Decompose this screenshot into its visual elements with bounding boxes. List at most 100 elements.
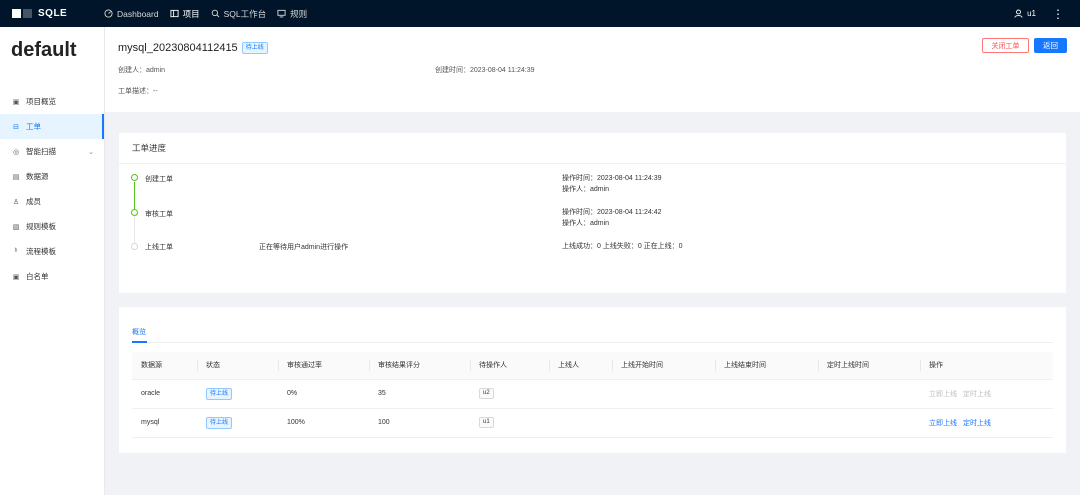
order-header: mysql_20230804112415 待上线 创建人：admin 创建时间：… (105, 27, 1080, 112)
cell-score: 35 (378, 390, 386, 397)
step-dot (131, 174, 138, 181)
user-icon (1014, 9, 1023, 18)
cell-operator: u2 (470, 379, 549, 408)
cell-operator: u1 (470, 408, 549, 437)
column-header: 上线结束时间 (715, 352, 818, 380)
cell-start-time (612, 379, 715, 408)
close-order-button[interactable]: 关闭工单 (982, 38, 1029, 53)
execute-now-link[interactable]: 立即上线 (929, 420, 957, 427)
sidebar-item-label: 数据源 (26, 172, 49, 181)
logo-mark-secondary (23, 9, 32, 18)
progress-title: 工单进度 (119, 133, 1066, 164)
nav-project[interactable]: 项目 (170, 8, 200, 20)
flow-icon: ᵇ (14, 248, 18, 255)
step-info: 操作时间：2023-08-04 11:24:42 操作人：admin (562, 207, 661, 229)
step-name: 审核工单 (145, 211, 173, 218)
operator-tag: u1 (479, 417, 494, 428)
cell-status: 待上线 (197, 379, 278, 408)
step-info: 上线成功：0 上线失败：0 正在上线：0 (562, 243, 683, 250)
sidebar-menu: ▣ 项目概览 ⊟ 工单 ◎ 智能扫描 ⌄ ▤ 数据源 ♙ 成员 ▧ 规则模板 ᵇ… (0, 89, 104, 289)
step-name: 创建工单 (145, 176, 173, 183)
username: u1 (1027, 9, 1036, 18)
cell-status: 待上线 (197, 408, 278, 437)
cell-pass-rate: 0% (287, 390, 298, 397)
chevron-down-icon: ⌄ (88, 148, 94, 156)
datasource-table: 数据源 状态 审核通过率 审核结果评分 待操作人 上线人 上线开始时间 上线结束… (132, 352, 1053, 438)
nav-sql-workbench[interactable]: SQL工作台 (211, 8, 266, 20)
sidebar-item-scan[interactable]: ◎ 智能扫描 ⌄ (0, 139, 104, 164)
tab-bar: 概览 (132, 323, 1053, 343)
sidebar-item-whitelist[interactable]: ▣ 白名单 (0, 264, 104, 289)
column-header: 操作 (920, 352, 1053, 380)
table-header-row: 数据源 状态 审核通过率 审核结果评分 待操作人 上线人 上线开始时间 上线结束… (132, 352, 1053, 380)
column-header: 审核通过率 (278, 352, 369, 380)
step-dot (131, 243, 138, 250)
schedule-link[interactable]: 定时上线 (963, 420, 991, 427)
cell-executor (549, 379, 612, 408)
sidebar-item-rule-template[interactable]: ▧ 规则模板 (0, 214, 104, 239)
status-badge: 待上线 (206, 387, 233, 400)
whitelist-icon: ▣ (12, 273, 20, 281)
project-icon (170, 9, 179, 18)
status-badge: 待上线 (206, 416, 233, 429)
execute-now-link-disabled: 立即上线 (929, 390, 957, 398)
sidebar-item-label: 工单 (26, 122, 41, 131)
step-time: 操作时间：2023-08-04 11:24:42 (562, 209, 662, 216)
sidebar-item-label: 成员 (26, 197, 41, 206)
tab-overview[interactable]: 概览 (132, 327, 146, 337)
column-header: 待操作人 (470, 352, 549, 380)
nav-rules[interactable]: 规则 (277, 8, 307, 20)
cell-executor (549, 408, 612, 437)
order-creator: 创建人：admin (118, 67, 166, 74)
cell-datasource: mysql (141, 419, 160, 426)
topbar-right: u1 ⋮ (1014, 0, 1064, 27)
sidebar-item-datasource[interactable]: ▤ 数据源 (0, 164, 104, 189)
column-header: 审核结果评分 (369, 352, 470, 380)
cell-actions: 立即上线 定时上线 (920, 379, 1053, 408)
sidebar-item-members[interactable]: ♙ 成员 (0, 189, 104, 214)
database-icon: ▤ (12, 173, 20, 181)
more-vertical-icon[interactable]: ⋮ (1052, 8, 1064, 20)
cell-score: 100 (378, 419, 390, 426)
nav-dashboard-label: Dashboard (117, 8, 159, 19)
nav-dashboard[interactable]: Dashboard (104, 9, 159, 19)
nav-project-label: 项目 (182, 8, 200, 19)
template-icon: ▧ (12, 223, 20, 231)
cell-scheduled-time (818, 408, 920, 437)
operator-tag: u2 (479, 388, 494, 399)
status-badge: 待上线 (241, 42, 268, 54)
sidebar-item-label: 流程模板 (26, 247, 56, 256)
dashboard-icon (104, 9, 113, 18)
order-created-time: 创建时间：2023-08-04 11:24:39 (435, 67, 535, 74)
cell-datasource: oracle (141, 390, 161, 397)
column-header: 定时上线时间 (818, 352, 920, 380)
sidebar-item-label: 智能扫描 (26, 147, 56, 156)
sidebar-item-order[interactable]: ⊟ 工单 (0, 114, 104, 139)
sidebar: default ▣ 项目概览 ⊟ 工单 ◎ 智能扫描 ⌄ ▤ 数据源 ♙ 成员 … (0, 27, 105, 495)
monitor-icon (277, 9, 286, 18)
table-row: oracle 待上线 0% 35 u2 立即上线 定时上线 (132, 379, 1053, 408)
overview-panel: 概览 数据源 状态 审核通过率 审核结果评分 待操作人 上线人 上线开始时间 上… (119, 307, 1066, 453)
overview-icon: ▣ (12, 98, 20, 106)
cell-actions: 立即上线 定时上线 (920, 408, 1053, 437)
back-button[interactable]: 返回 (1034, 38, 1067, 53)
order-title-row: mysql_20230804112415 待上线 (118, 42, 268, 54)
column-header: 状态 (197, 352, 278, 380)
cell-start-time (612, 408, 715, 437)
step-operator: 操作人：admin (562, 220, 610, 227)
sidebar-item-label: 白名单 (26, 272, 49, 281)
top-nav-bar: SQLE Dashboard 项目 SQL工作台 规则 u1 ⋮ (0, 0, 1080, 27)
order-title: mysql_20230804112415 (118, 42, 238, 54)
sidebar-item-label: 规则模板 (26, 222, 56, 231)
table-row: mysql 待上线 100% 100 u1 立即上线 定时上线 (132, 408, 1053, 437)
user-menu[interactable]: u1 (1014, 9, 1036, 18)
scan-icon: ◎ (12, 148, 20, 156)
column-header: 上线人 (549, 352, 612, 380)
schedule-link-disabled: 定时上线 (962, 390, 991, 398)
order-icon: ⊟ (13, 123, 19, 131)
logo-text: SQLE (38, 8, 68, 19)
logo[interactable]: SQLE (12, 8, 104, 19)
sidebar-item-flow-template[interactable]: ᵇ 流程模板 (0, 239, 104, 264)
sidebar-item-overview[interactable]: ▣ 项目概览 (0, 89, 104, 114)
cell-end-time (715, 408, 818, 437)
